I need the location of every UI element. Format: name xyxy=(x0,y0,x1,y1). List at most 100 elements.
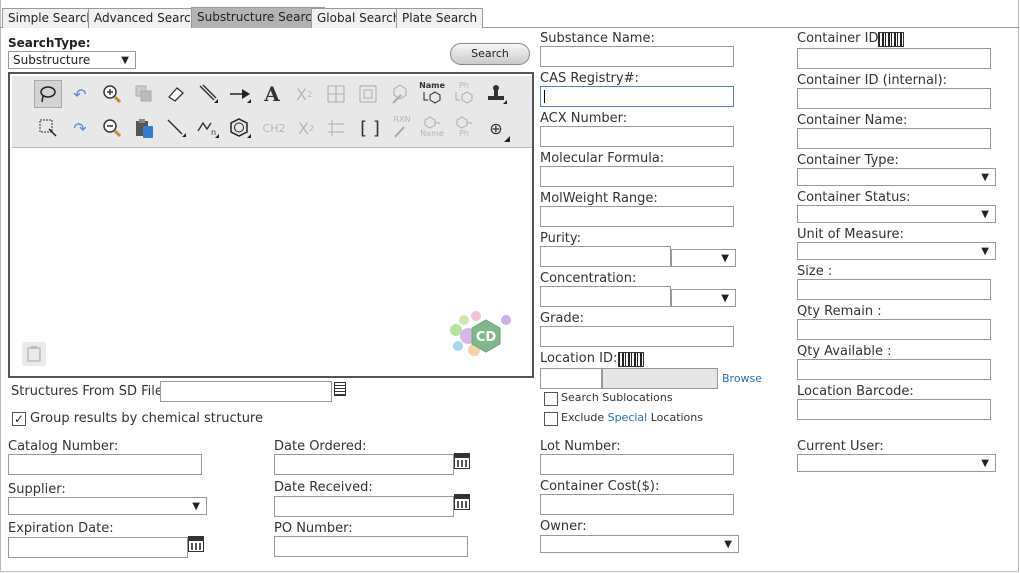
po-number-input[interactable] xyxy=(274,536,468,557)
structure-editor[interactable]: ↶ A X2 Name Ph ↷ n CH2 X 2 [] RXN Name … xyxy=(8,72,534,378)
container-status-label: Container Status: xyxy=(797,190,911,205)
molecular-formula-input[interactable] xyxy=(540,166,734,187)
expiration-date-input[interactable] xyxy=(8,537,188,558)
chain-icon[interactable]: n xyxy=(194,114,222,142)
container-status-select[interactable]: ▼ xyxy=(797,205,996,223)
plus-text: ⊕ xyxy=(489,118,503,138)
svg-text:n: n xyxy=(211,128,216,137)
size-input[interactable] xyxy=(797,279,991,300)
fragment-icon[interactable] xyxy=(322,114,350,142)
barcode-icon[interactable] xyxy=(878,32,904,47)
phenyl-icon[interactable]: Ph xyxy=(450,78,478,106)
chevron-down-icon: ▼ xyxy=(192,501,200,512)
tab-advanced-search[interactable]: Advanced Search xyxy=(88,8,205,28)
concentration-input[interactable] xyxy=(540,286,671,307)
browse-link[interactable]: Browse xyxy=(722,372,762,385)
container-type-select[interactable]: ▼ xyxy=(797,168,996,186)
grade-label: Grade: xyxy=(540,311,585,326)
chevron-down-icon: ▼ xyxy=(121,55,129,66)
file-icon[interactable] xyxy=(334,382,346,396)
container-name-input[interactable] xyxy=(797,128,991,149)
location-barcode-input[interactable] xyxy=(797,399,991,420)
qty-remain-input[interactable] xyxy=(797,319,991,340)
owner-select[interactable]: ▼ xyxy=(540,535,739,553)
ph-text: Ph xyxy=(459,80,469,90)
cas-input[interactable] xyxy=(540,86,734,107)
paste-icon[interactable] xyxy=(130,114,158,142)
purity-unit-select[interactable]: ▼ xyxy=(671,249,736,267)
calendar-icon[interactable] xyxy=(454,494,470,510)
special-link[interactable]: Special xyxy=(608,411,648,424)
benzene-ring-icon[interactable] xyxy=(226,114,254,142)
brackets-text: [ ] xyxy=(360,117,380,139)
zoom-in-icon[interactable] xyxy=(98,80,126,108)
ch2-icon[interactable]: CH2 xyxy=(260,114,288,142)
date-ordered-input[interactable] xyxy=(274,454,454,475)
location-id-input[interactable] xyxy=(540,368,602,389)
sd-file-input[interactable] xyxy=(160,381,332,402)
barcode-icon[interactable] xyxy=(618,352,644,367)
editor-toolbar: ↶ A X2 Name Ph ↷ n CH2 X 2 [] RXN Name … xyxy=(12,76,532,148)
redo-icon[interactable]: ↷ xyxy=(66,114,94,142)
substance-name-label: Substance Name: xyxy=(540,31,655,46)
qty-available-input[interactable] xyxy=(797,359,991,380)
reaction-clean-icon[interactable]: RXN xyxy=(388,112,416,140)
search-button[interactable]: Search xyxy=(450,43,530,65)
bond-double-icon[interactable] xyxy=(194,80,222,108)
cas-label: CAS Registry#: xyxy=(540,71,639,86)
stamp-icon[interactable] xyxy=(482,80,510,108)
eraser-icon[interactable] xyxy=(162,80,190,108)
search-type-label: SearchType: xyxy=(8,36,91,50)
undo-icon[interactable]: ↶ xyxy=(66,80,94,108)
zoom-out-icon[interactable] xyxy=(98,114,126,142)
tab-simple-search[interactable]: Simple Search xyxy=(2,8,101,28)
calendar-icon[interactable] xyxy=(454,453,470,469)
ph-text-2: Ph xyxy=(459,128,469,138)
tab-global-search[interactable]: Global Search xyxy=(311,8,407,28)
supplier-select[interactable]: ▼ xyxy=(8,497,207,515)
select-rectangle-icon[interactable] xyxy=(34,114,62,142)
superscript-icon[interactable]: X2 xyxy=(290,80,318,108)
catalog-number-input[interactable] xyxy=(8,454,202,475)
text-icon[interactable]: A xyxy=(258,80,286,108)
location-id-label: Location ID: xyxy=(540,351,618,366)
container-id-input[interactable] xyxy=(797,48,991,69)
molweight-range-input[interactable] xyxy=(540,206,734,227)
structure-to-name-icon[interactable]: Name xyxy=(418,112,446,140)
search-type-select[interactable]: Substructure ▼ xyxy=(8,51,136,69)
current-user-select[interactable]: ▼ xyxy=(797,454,996,472)
lot-number-input[interactable] xyxy=(540,454,734,475)
charge-plus-icon[interactable]: ⊕ xyxy=(482,114,510,142)
tab-plate-search[interactable]: Plate Search xyxy=(396,8,484,28)
group-results-checkbox[interactable]: ✓ xyxy=(12,412,26,426)
group-icon[interactable] xyxy=(354,80,382,108)
unit-of-measure-select[interactable]: ▼ xyxy=(797,242,996,260)
date-ordered-label: Date Ordered: xyxy=(274,439,367,454)
name-text: Name xyxy=(419,80,445,90)
lasso-icon[interactable] xyxy=(34,80,62,108)
single-bond-icon[interactable] xyxy=(162,114,190,142)
search-sublocations-checkbox[interactable] xyxy=(544,392,558,406)
grade-input[interactable] xyxy=(540,326,734,347)
substance-name-input[interactable] xyxy=(540,46,734,67)
copy-icon[interactable] xyxy=(130,80,158,108)
concentration-unit-select[interactable]: ▼ xyxy=(671,289,736,307)
calendar-icon[interactable] xyxy=(188,536,204,552)
tab-substructure-search[interactable]: Substructure Search xyxy=(191,7,326,28)
subscript-icon[interactable]: X2 xyxy=(292,114,320,142)
container-cost-input[interactable] xyxy=(540,494,734,515)
purity-input[interactable] xyxy=(540,246,671,267)
template-grid-icon[interactable] xyxy=(322,80,350,108)
search-type-value: Substructure xyxy=(13,53,91,67)
acx-number-input[interactable] xyxy=(540,126,734,147)
brackets-icon[interactable]: [ ] xyxy=(356,114,384,142)
clean-structure-icon[interactable] xyxy=(386,80,414,108)
date-received-input[interactable] xyxy=(274,496,454,517)
container-id-internal-input[interactable] xyxy=(797,88,991,109)
clipboard-icon[interactable] xyxy=(22,342,46,366)
structure-to-phenyl-icon[interactable]: Ph xyxy=(450,112,478,140)
arrow-icon[interactable] xyxy=(226,80,254,108)
locations-text: Locations xyxy=(650,411,703,424)
name-to-structure-icon[interactable]: Name xyxy=(418,78,446,106)
exclude-special-checkbox[interactable] xyxy=(544,412,558,426)
